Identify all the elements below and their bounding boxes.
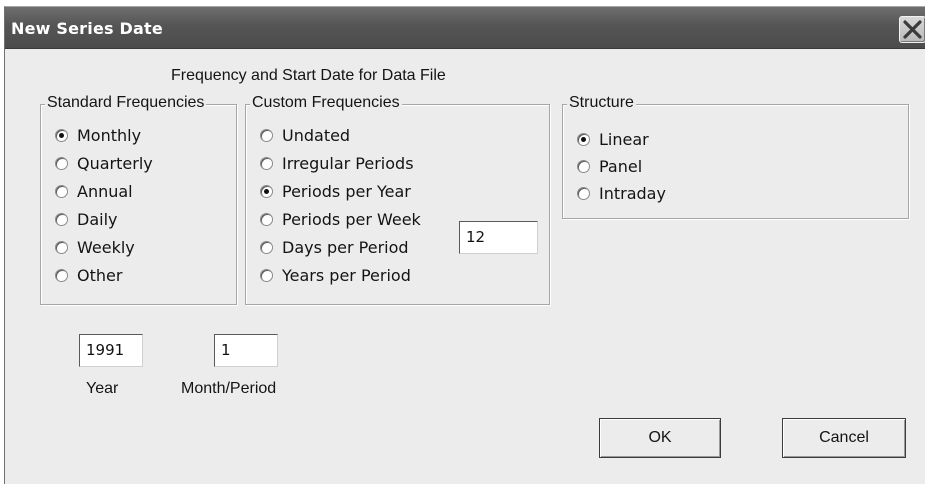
radio-label: Linear bbox=[599, 129, 649, 149]
radio-panel[interactable]: Panel bbox=[577, 155, 642, 177]
radio-label: Monthly bbox=[77, 125, 142, 145]
ok-button[interactable]: OK bbox=[599, 418, 721, 458]
periods-value-input[interactable]: 12 bbox=[459, 221, 538, 254]
radio-label: Daily bbox=[77, 209, 118, 229]
radio-button[interactable] bbox=[577, 132, 590, 146]
radio-label: Weekly bbox=[77, 237, 135, 257]
radio-daily[interactable]: Daily bbox=[55, 208, 117, 230]
window-title: New Series Date bbox=[11, 19, 163, 38]
month-period-input[interactable]: 1 bbox=[214, 334, 278, 367]
radio-button[interactable] bbox=[577, 186, 590, 200]
radio-label: Undated bbox=[282, 125, 351, 145]
close-button[interactable] bbox=[899, 16, 925, 43]
close-icon bbox=[903, 20, 922, 39]
radio-label: Annual bbox=[77, 181, 133, 201]
new-series-date-dialog: New Series Date Frequency and Start Date… bbox=[4, 6, 925, 484]
radio-annual[interactable]: Annual bbox=[55, 180, 133, 202]
custom-frequencies-group: Custom Frequencies Undated Irregular Per… bbox=[245, 94, 550, 305]
radio-button[interactable] bbox=[55, 128, 68, 142]
radio-label: Panel bbox=[599, 156, 643, 176]
custom-frequencies-legend: Custom Frequencies bbox=[250, 94, 402, 112]
radio-days-per-period[interactable]: Days per Period bbox=[260, 236, 409, 258]
radio-quarterly[interactable]: Quarterly bbox=[55, 152, 153, 174]
radio-button[interactable] bbox=[55, 268, 68, 282]
radio-monthly[interactable]: Monthly bbox=[55, 124, 141, 146]
radio-button[interactable] bbox=[260, 156, 273, 170]
radio-button[interactable] bbox=[260, 212, 273, 226]
radio-button[interactable] bbox=[55, 184, 68, 198]
cancel-button[interactable]: Cancel bbox=[782, 418, 906, 458]
radio-button[interactable] bbox=[260, 268, 273, 282]
structure-group: Structure Linear Panel Intraday bbox=[562, 94, 909, 219]
radio-label: Irregular Periods bbox=[282, 153, 414, 173]
standard-frequencies-group: Standard Frequencies Monthly Quarterly A… bbox=[40, 94, 237, 305]
standard-frequencies-legend: Standard Frequencies bbox=[45, 94, 207, 112]
year-input[interactable]: 1991 bbox=[79, 334, 143, 367]
radio-button[interactable] bbox=[55, 156, 68, 170]
radio-button[interactable] bbox=[260, 128, 273, 142]
title-bar: New Series Date bbox=[5, 7, 925, 49]
structure-legend: Structure bbox=[567, 94, 636, 112]
radio-button[interactable] bbox=[260, 240, 273, 254]
radio-button[interactable] bbox=[55, 212, 68, 226]
month-period-label: Month/Period bbox=[181, 380, 277, 397]
radio-intraday[interactable]: Intraday bbox=[577, 182, 666, 204]
radio-linear[interactable]: Linear bbox=[577, 128, 649, 150]
radio-periods-per-week[interactable]: Periods per Week bbox=[260, 208, 421, 230]
year-label: Year bbox=[86, 380, 119, 397]
radio-label: Intraday bbox=[599, 183, 666, 203]
radio-weekly[interactable]: Weekly bbox=[55, 236, 135, 258]
radio-button[interactable] bbox=[55, 240, 68, 254]
radio-irregular-periods[interactable]: Irregular Periods bbox=[260, 152, 414, 174]
radio-label: Days per Period bbox=[282, 237, 409, 257]
radio-button[interactable] bbox=[260, 184, 273, 198]
radio-label: Quarterly bbox=[77, 153, 153, 173]
radio-label: Years per Period bbox=[282, 265, 411, 285]
radio-label: Other bbox=[77, 265, 123, 285]
radio-periods-per-year[interactable]: Periods per Year bbox=[260, 180, 411, 202]
dialog-heading: Frequency and Start Date for Data File bbox=[171, 67, 446, 84]
radio-undated[interactable]: Undated bbox=[260, 124, 350, 146]
radio-button[interactable] bbox=[577, 159, 590, 173]
radio-years-per-period[interactable]: Years per Period bbox=[260, 264, 411, 286]
radio-other[interactable]: Other bbox=[55, 264, 122, 286]
radio-label: Periods per Week bbox=[282, 209, 421, 229]
radio-label: Periods per Year bbox=[282, 181, 411, 201]
